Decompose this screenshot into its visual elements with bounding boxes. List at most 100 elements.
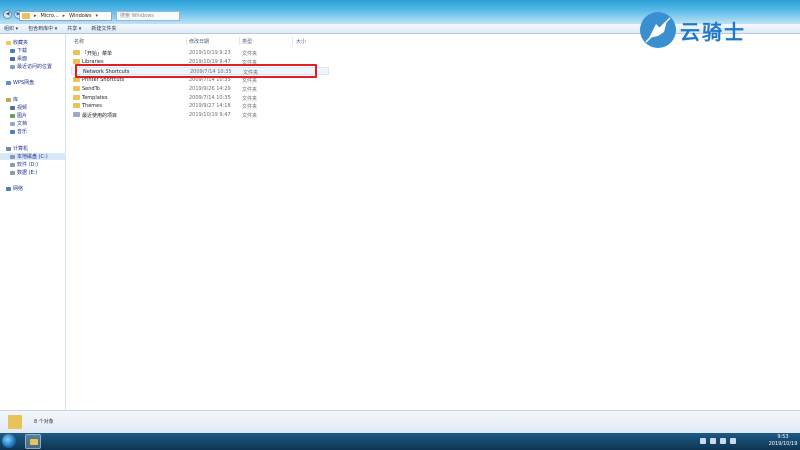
drive-icon bbox=[10, 170, 15, 175]
recent-places-icon bbox=[10, 64, 15, 69]
nav-recent-places[interactable]: 最近访问的位置 bbox=[10, 63, 52, 70]
nav-label: 软件 (D:) bbox=[17, 162, 39, 168]
drive-icon bbox=[10, 162, 15, 167]
file-type: 文件夹 bbox=[242, 51, 258, 57]
star-icon bbox=[6, 40, 11, 45]
taskbar-explorer-button[interactable] bbox=[25, 434, 41, 449]
nav-downloads[interactable]: 下载 bbox=[10, 47, 27, 54]
item-count: 8 个对象 bbox=[34, 419, 54, 425]
volume-icon[interactable] bbox=[730, 438, 736, 444]
folder-icon bbox=[73, 86, 80, 91]
nav-label: 收藏夹 bbox=[13, 40, 29, 46]
folder-icon bbox=[73, 103, 80, 108]
breadcrumb-item-2[interactable]: Windows bbox=[69, 13, 91, 19]
file-type: 文件夹 bbox=[242, 87, 258, 93]
file-name: 最近使用的项目 bbox=[82, 113, 118, 119]
recent-items-icon bbox=[73, 112, 80, 117]
column-divider[interactable] bbox=[292, 37, 293, 45]
picture-icon bbox=[10, 113, 15, 118]
nav-label: 图片 bbox=[17, 113, 28, 119]
file-row[interactable]: Themes 2019/9/27 14:18 文件夹 bbox=[71, 102, 329, 110]
drive-icon bbox=[10, 154, 15, 159]
file-name: Templates bbox=[82, 95, 108, 101]
file-date: 2019/10/19 9:23 bbox=[189, 50, 231, 56]
clock[interactable]: 9:53 2019/10/19 bbox=[768, 434, 798, 448]
file-date: 2019/9/27 14:18 bbox=[189, 103, 231, 109]
file-date: 2019/9/26 14:29 bbox=[189, 86, 231, 92]
breadcrumb-dropdown-icon[interactable]: ▾ bbox=[96, 13, 99, 19]
document-icon bbox=[10, 121, 15, 126]
folder-icon bbox=[22, 13, 30, 19]
nav-label: 视频 bbox=[17, 105, 28, 111]
nav-pictures[interactable]: 图片 bbox=[10, 112, 27, 119]
folder-icon bbox=[8, 415, 22, 429]
organize-menu[interactable]: 组织 ▾ bbox=[4, 25, 18, 32]
folder-icon bbox=[30, 439, 38, 445]
file-type: 文件夹 bbox=[242, 104, 258, 110]
nav-network[interactable]: 网络 bbox=[6, 185, 23, 192]
network-icon[interactable] bbox=[720, 438, 726, 444]
nav-documents[interactable]: 文档 bbox=[10, 120, 27, 127]
file-name: Themes bbox=[82, 103, 102, 109]
file-row[interactable]: 最近使用的项目 2019/10/19 9:47 文件夹 bbox=[71, 111, 329, 119]
share-menu[interactable]: 共享 ▾ bbox=[67, 25, 81, 32]
watermark: 云骑士 bbox=[640, 12, 746, 48]
column-divider[interactable] bbox=[186, 37, 187, 45]
file-date: 2019/10/19 9:47 bbox=[189, 112, 231, 118]
file-row[interactable]: SendTo 2019/9/26 14:29 文件夹 bbox=[71, 85, 329, 93]
nav-label: 音乐 bbox=[17, 129, 28, 135]
knight-logo-icon bbox=[640, 12, 676, 48]
nav-libraries[interactable]: 库 bbox=[6, 96, 18, 103]
nav-drive-d[interactable]: 软件 (D:) bbox=[10, 161, 38, 168]
column-header-date[interactable]: 修改日期 bbox=[189, 38, 209, 45]
nav-drive-e[interactable]: 数据 (E:) bbox=[10, 169, 37, 176]
nav-label: 库 bbox=[13, 97, 19, 103]
file-name: 「开始」菜单 bbox=[82, 51, 113, 57]
nav-desktop[interactable]: 桌面 bbox=[10, 55, 27, 62]
library-icon bbox=[6, 97, 11, 102]
nav-label: 文档 bbox=[17, 121, 28, 127]
cloud-drive-icon bbox=[6, 80, 11, 85]
nav-videos[interactable]: 视频 bbox=[10, 104, 27, 111]
column-divider[interactable] bbox=[239, 37, 240, 45]
nav-drive-c[interactable]: 本地磁盘 (C:) bbox=[0, 153, 66, 160]
file-row[interactable]: 「开始」菜单 2019/10/19 9:23 文件夹 bbox=[71, 49, 329, 57]
clock-time: 9:53 bbox=[777, 434, 789, 440]
file-row[interactable]: Templates 2009/7/14 10:35 文件夹 bbox=[71, 94, 329, 102]
column-header-size[interactable]: 大小 bbox=[296, 38, 306, 45]
nav-label: 下载 bbox=[17, 48, 28, 54]
file-type: 文件夹 bbox=[242, 78, 258, 84]
nav-label: 数据 (E:) bbox=[17, 170, 38, 176]
nav-label: 计算机 bbox=[13, 146, 29, 152]
taskbar: 9:53 2019/10/19 bbox=[0, 433, 800, 450]
highlight-annotation bbox=[75, 64, 317, 78]
navigation-pane: 收藏夹 下载 桌面 最近访问的位置 WPS网盘 库 视频 图片 文档 音乐 计算… bbox=[0, 34, 66, 410]
breadcrumb-item-1[interactable]: Micro... bbox=[41, 13, 59, 19]
nav-computer[interactable]: 计算机 bbox=[6, 145, 28, 152]
breadcrumb-separator: ▸ bbox=[62, 13, 66, 19]
nav-favorites[interactable]: 收藏夹 bbox=[6, 39, 28, 46]
column-header-name[interactable]: 名称 bbox=[74, 38, 84, 45]
search-input[interactable]: 搜索 Windows bbox=[116, 11, 180, 21]
address-box[interactable]: ▸ Micro... ▸ Windows ▾ bbox=[19, 11, 112, 21]
download-icon bbox=[10, 48, 15, 53]
include-in-library-menu[interactable]: 包含到库中 ▾ bbox=[28, 25, 57, 32]
watermark-text: 云骑士 bbox=[680, 19, 746, 44]
keyboard-icon[interactable] bbox=[700, 438, 706, 444]
desktop-icon bbox=[10, 56, 15, 61]
back-arrow-icon[interactable]: ◀ bbox=[3, 10, 12, 19]
flag-icon[interactable] bbox=[710, 438, 716, 444]
video-icon bbox=[10, 105, 15, 110]
nav-music[interactable]: 音乐 bbox=[10, 128, 27, 135]
new-folder-button[interactable]: 新建文件夹 bbox=[91, 25, 116, 32]
start-orb-icon[interactable] bbox=[2, 434, 16, 448]
nav-wps-drive[interactable]: WPS网盘 bbox=[6, 79, 34, 86]
folder-icon bbox=[73, 50, 80, 55]
file-type: 文件夹 bbox=[242, 96, 258, 102]
clock-date: 2019/10/19 bbox=[768, 441, 798, 447]
system-tray bbox=[700, 438, 736, 444]
nav-label: 网络 bbox=[13, 186, 24, 192]
column-header-type[interactable]: 类型 bbox=[242, 38, 252, 45]
file-date: 2009/7/14 10:35 bbox=[189, 95, 231, 101]
folder-icon bbox=[73, 95, 80, 100]
